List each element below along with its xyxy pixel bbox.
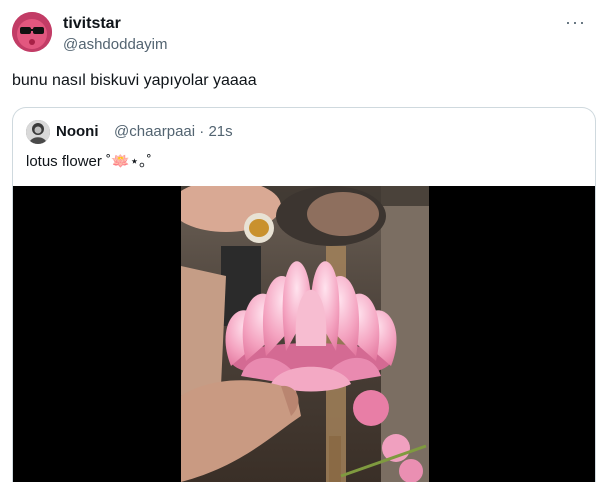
quoted-author-handle[interactable]: @chaarpaai · 21s (114, 123, 233, 140)
tweet-header: tivitstar @ashdoddayim ··· (12, 12, 588, 56)
tweet-text: bunu nasıl biskuvi yapıyolar yaaaa (12, 72, 257, 89)
lotus-video-image (181, 186, 429, 482)
quoted-author-name[interactable]: Nooni (56, 123, 99, 140)
video-player[interactable] (13, 186, 595, 482)
quoted-tweet-text: lotus flower ˚🪷⋆｡˚ (26, 153, 152, 170)
more-horizontal-icon[interactable]: ··· (565, 12, 586, 33)
author-handle[interactable]: @ashdoddayim (63, 36, 167, 53)
author-name[interactable]: tivitstar (63, 15, 121, 33)
video-frame (181, 186, 429, 482)
quoted-tweet[interactable]: Nooni @chaarpaai · 21s lotus flower ˚🪷⋆｡… (12, 107, 596, 482)
author-avatar[interactable] (12, 12, 52, 52)
quoted-author-avatar[interactable] (26, 120, 50, 144)
